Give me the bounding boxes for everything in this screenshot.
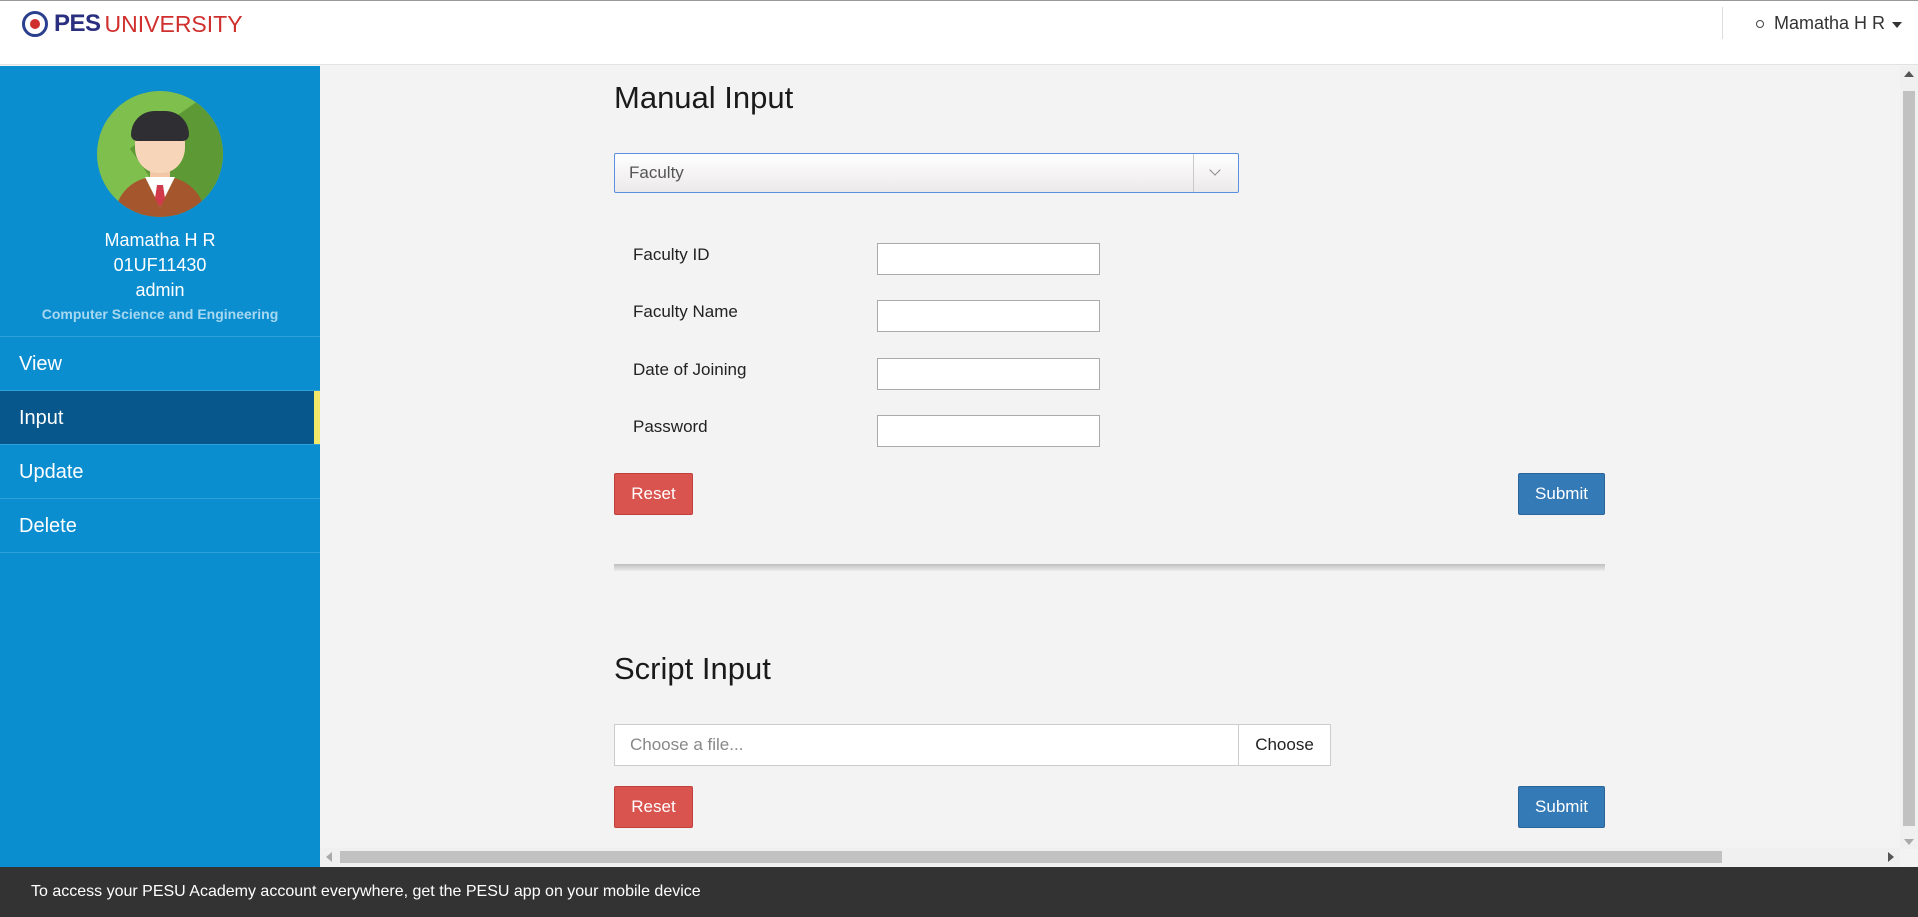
sidebar-item-input[interactable]: Input [0,391,320,445]
script-reset-button[interactable]: Reset [614,786,693,828]
scroll-up-icon[interactable] [1904,71,1914,77]
faculty-id-label: Faculty ID [633,245,710,264]
logo-university-text: UNIVERSITY [104,10,243,37]
vertical-scroll-thumb[interactable] [1903,91,1915,826]
scroll-right-icon[interactable] [1888,852,1894,862]
manual-submit-button[interactable]: Submit [1518,473,1605,515]
profile-department: Computer Science and Engineering [41,306,279,322]
avatar [97,91,223,217]
horizontal-scroll-thumb[interactable] [340,851,1722,863]
sidebar: Mamatha H R 01UF11430 admin Computer Sci… [0,66,320,868]
manual-reset-button[interactable]: Reset [614,473,693,515]
user-status-icon [1756,19,1764,28]
faculty-id-input[interactable] [877,243,1100,275]
horizontal-scrollbar[interactable] [320,848,1900,866]
sidebar-item-update[interactable]: Update [0,445,320,499]
script-input-title: Script Input [614,651,771,686]
entity-type-select-value: Faculty [629,163,684,182]
select-dropdown-button[interactable] [1193,154,1238,192]
password-input[interactable] [877,415,1100,447]
app-promo-banner: To access your PESU Academy account ever… [0,867,1918,917]
profile-id: 01UF11430 [113,255,207,275]
manual-input-title: Manual Input [614,80,794,115]
section-divider [614,564,1605,571]
topbar-divider [1722,7,1723,39]
choose-file-button[interactable]: Choose [1238,724,1331,766]
profile-role: admin [135,280,185,300]
file-path-input[interactable]: Choose a file... [614,724,1239,766]
vertical-scrollbar[interactable] [1900,66,1918,849]
scroll-left-icon[interactable] [326,852,332,862]
date-of-joining-label: Date of Joining [633,360,747,379]
script-submit-button[interactable]: Submit [1518,786,1605,828]
profile-name: Mamatha H R [104,230,216,250]
user-menu[interactable]: Mamatha H R [1756,13,1903,34]
pes-university-logo[interactable]: PES UNIVERSITY [22,10,243,38]
faculty-name-label: Faculty Name [633,302,738,321]
entity-type-select[interactable]: Faculty [614,153,1239,193]
sidebar-nav: View Input Update Delete [0,336,320,553]
caret-down-icon [1892,21,1903,28]
sidebar-item-view[interactable]: View [0,337,320,391]
logo-emblem-icon [22,11,48,37]
faculty-name-input[interactable] [877,300,1100,332]
user-menu-name: Mamatha H R [1774,13,1886,33]
date-of-joining-input[interactable] [877,358,1100,390]
password-label: Password [633,417,708,436]
top-bar: PES UNIVERSITY Mamatha H R [0,0,1918,65]
sidebar-item-delete[interactable]: Delete [0,499,320,553]
scroll-down-icon[interactable] [1904,839,1914,845]
chevron-down-icon [1209,164,1221,176]
logo-pes-text: PES [54,10,101,37]
